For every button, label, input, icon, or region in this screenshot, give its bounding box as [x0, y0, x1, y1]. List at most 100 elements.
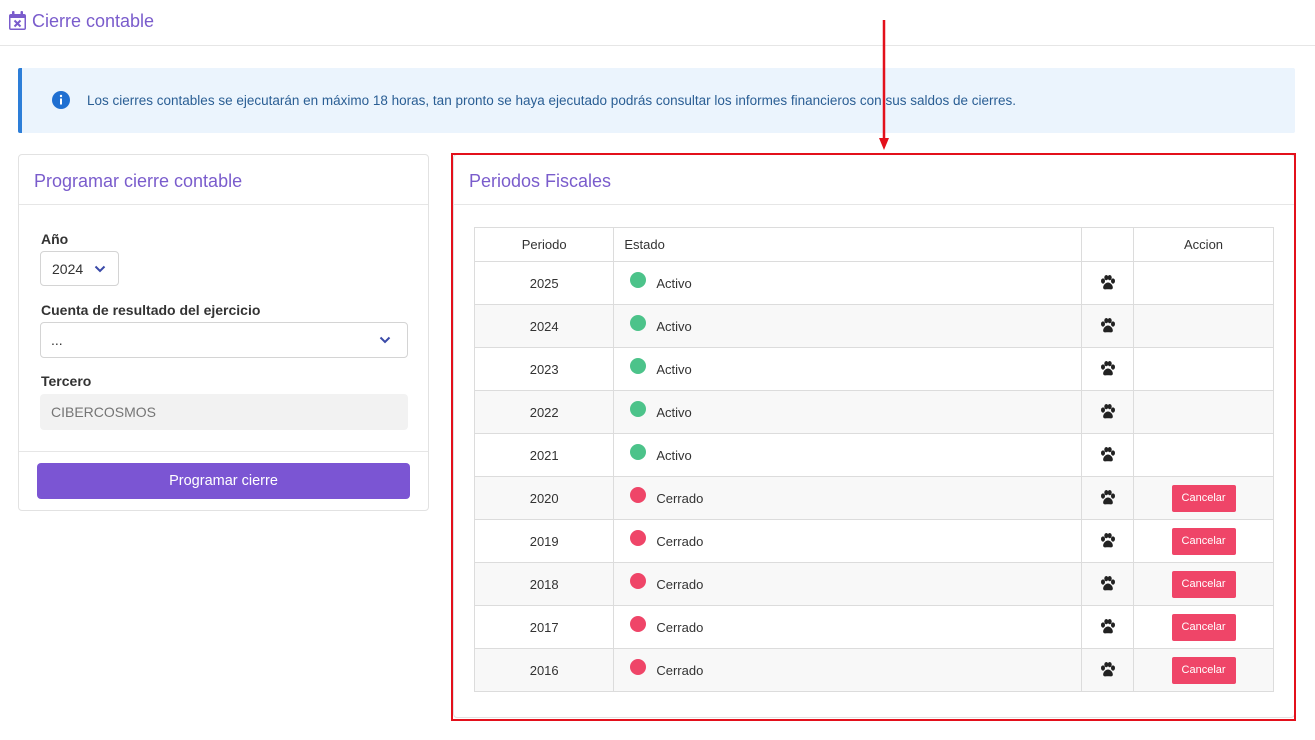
- chevron-down-icon: [379, 336, 391, 344]
- accion-cell: Cancelar: [1133, 519, 1274, 563]
- table-row: 2023 Activo: [473, 347, 1274, 391]
- status-label: Cerrado: [656, 490, 704, 506]
- status-label: Activo: [656, 275, 692, 291]
- paw-icon[interactable]: [1099, 274, 1117, 290]
- status-label: Cerrado: [656, 576, 704, 592]
- paw-icon[interactable]: [1099, 489, 1117, 505]
- status-dot: [630, 530, 647, 547]
- accion-cell: [1133, 304, 1274, 348]
- page-title: Cierre contable: [32, 11, 155, 31]
- table-row: 2020 Cerrado Cancelar: [473, 476, 1274, 520]
- estado-cell: Activo: [613, 390, 1083, 434]
- cancel-button[interactable]: Cancelar: [1171, 527, 1236, 555]
- paw-icon[interactable]: [1099, 618, 1117, 634]
- year-label: Año: [41, 231, 69, 247]
- periodo-cell: 2019: [473, 519, 615, 563]
- info-circle-icon: [52, 91, 70, 109]
- table-row: 2021 Activo: [473, 433, 1274, 477]
- estado-cell: Activo: [613, 433, 1083, 477]
- column-header-periodo: Periodo: [473, 227, 615, 262]
- schedule-panel-title: Programar cierre contable: [34, 171, 243, 191]
- cancel-button[interactable]: Cancelar: [1171, 656, 1236, 684]
- status-label: Activo: [656, 404, 692, 420]
- status-label: Activo: [656, 318, 692, 334]
- icon-cell: [1081, 648, 1135, 692]
- status-dot: [630, 616, 647, 633]
- paw-icon[interactable]: [1099, 360, 1117, 376]
- periodo-cell: 2018: [473, 562, 615, 606]
- table-header-row: Periodo Estado Accion: [473, 227, 1274, 262]
- panel-divider: [19, 451, 428, 452]
- icon-cell: [1081, 605, 1135, 649]
- accion-cell: [1133, 261, 1274, 305]
- column-header-icon: [1081, 227, 1135, 262]
- periodo-cell: 2022: [473, 390, 615, 434]
- paw-icon[interactable]: [1099, 532, 1117, 548]
- status-label: Activo: [656, 447, 692, 463]
- paw-icon[interactable]: [1099, 317, 1117, 333]
- accion-cell: Cancelar: [1133, 605, 1274, 649]
- cuenta-select-value: ...: [51, 332, 63, 348]
- estado-cell: Cerrado: [613, 519, 1083, 563]
- cancel-button[interactable]: Cancelar: [1171, 570, 1236, 598]
- estado-cell: Activo: [613, 347, 1083, 391]
- paw-icon[interactable]: [1099, 403, 1117, 419]
- paw-icon[interactable]: [1099, 575, 1117, 591]
- table-row: 2024 Activo: [473, 304, 1274, 348]
- panel-divider: [454, 204, 1294, 205]
- estado-cell: Cerrado: [613, 648, 1083, 692]
- panel-divider: [19, 204, 428, 205]
- estado-cell: Cerrado: [613, 562, 1083, 606]
- status-dot: [630, 358, 647, 375]
- periodo-cell: 2024: [473, 304, 615, 348]
- status-dot: [630, 444, 647, 461]
- periodo-cell: 2023: [473, 347, 615, 391]
- table-row: 2019 Cerrado Cancelar: [473, 519, 1274, 563]
- estado-cell: Cerrado: [613, 605, 1083, 649]
- cuenta-label: Cuenta de resultado del ejercicio: [41, 302, 261, 318]
- periodo-cell: 2016: [473, 648, 615, 692]
- year-select-value: 2024: [52, 261, 84, 277]
- accion-cell: Cancelar: [1133, 476, 1274, 520]
- paw-icon[interactable]: [1099, 446, 1117, 462]
- column-header-accion: Accion: [1133, 227, 1274, 262]
- status-label: Cerrado: [656, 533, 704, 549]
- periodo-cell: 2021: [473, 433, 615, 477]
- status-dot: [630, 401, 647, 418]
- schedule-closing-panel: Programar cierre contable Año 2024 Cuent…: [18, 154, 429, 511]
- status-dot: [630, 315, 647, 332]
- periodo-cell: 2017: [473, 605, 615, 649]
- chevron-down-icon: [94, 265, 106, 273]
- cuenta-select[interactable]: ...: [40, 322, 408, 358]
- icon-cell: [1081, 304, 1135, 348]
- accion-cell: [1133, 433, 1274, 477]
- accion-cell: [1133, 390, 1274, 434]
- accion-cell: [1133, 347, 1274, 391]
- cancel-button[interactable]: Cancelar: [1171, 613, 1236, 641]
- status-label: Cerrado: [656, 619, 704, 635]
- table-row: 2017 Cerrado Cancelar: [473, 605, 1274, 649]
- cancel-button[interactable]: Cancelar: [1171, 484, 1236, 512]
- estado-cell: Activo: [613, 261, 1083, 305]
- table-row: 2022 Activo: [473, 390, 1274, 434]
- icon-cell: [1081, 390, 1135, 434]
- fiscal-periods-title: Periodos Fiscales: [469, 171, 612, 191]
- icon-cell: [1081, 433, 1135, 477]
- periodo-cell: 2025: [473, 261, 615, 305]
- table-row: 2025 Activo: [473, 261, 1274, 305]
- icon-cell: [1081, 519, 1135, 563]
- fiscal-periods-panel: Periodos Fiscales Periodo Estado Accion …: [453, 154, 1295, 718]
- tercero-input[interactable]: [40, 394, 408, 430]
- tercero-label: Tercero: [41, 373, 92, 389]
- year-select[interactable]: 2024: [40, 251, 119, 286]
- paw-icon[interactable]: [1099, 661, 1117, 677]
- annotation-arrow: [879, 20, 889, 150]
- calendar-x-icon: [9, 11, 26, 30]
- status-dot: [630, 573, 647, 590]
- accion-cell: Cancelar: [1133, 648, 1274, 692]
- table-row: 2016 Cerrado Cancelar: [473, 648, 1274, 692]
- estado-cell: Cerrado: [613, 476, 1083, 520]
- estado-cell: Activo: [613, 304, 1083, 348]
- schedule-closing-button[interactable]: Programar cierre: [37, 463, 410, 499]
- status-label: Cerrado: [656, 662, 704, 678]
